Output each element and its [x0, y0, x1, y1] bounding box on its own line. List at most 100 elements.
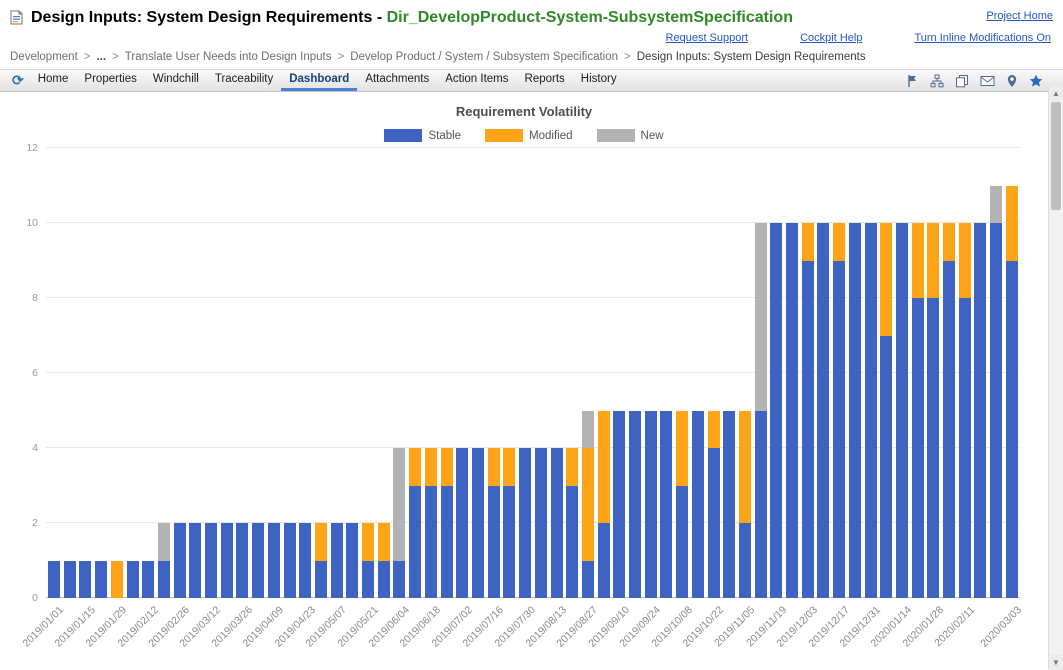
bar-column[interactable] [346, 148, 359, 598]
tab-history[interactable]: History [573, 70, 625, 91]
breadcrumb-item[interactable]: Develop Product / System / Subsystem Spe… [350, 51, 618, 63]
bar-column[interactable]: 2019/01/15 [52, 148, 98, 650]
bar-column[interactable] [597, 148, 610, 598]
bar-column[interactable] [723, 148, 736, 598]
bar-column[interactable]: 2019/08/27 [555, 148, 600, 650]
bar-column[interactable] [566, 148, 579, 598]
tab-action-items[interactable]: Action Items [437, 70, 516, 91]
bar-column[interactable]: 2019/05/07 [303, 148, 349, 650]
bar-column[interactable] [817, 148, 830, 598]
bar-column[interactable] [471, 148, 484, 598]
tab-reports[interactable]: Reports [517, 70, 573, 91]
flag-icon[interactable] [906, 74, 919, 88]
bar-column[interactable]: 2019/01/29 [84, 148, 129, 650]
bar-column[interactable]: 2019/12/31 [837, 148, 883, 650]
bar-column[interactable] [503, 148, 516, 598]
bar-column[interactable] [377, 148, 390, 598]
bar-column[interactable]: 2019/03/26 [209, 148, 255, 650]
tab-properties[interactable]: Properties [76, 70, 144, 91]
breadcrumb: Development >... > Translate User Needs int… [0, 46, 1063, 69]
tab-dashboard[interactable]: Dashboard [281, 70, 358, 91]
bar-column[interactable] [990, 148, 1003, 598]
bar-column[interactable] [95, 148, 108, 598]
email-icon[interactable] [980, 75, 995, 87]
tab-attachments[interactable]: Attachments [357, 70, 437, 91]
project-home-link[interactable]: Project Home [986, 8, 1053, 22]
bar-segment-stable [786, 223, 799, 598]
bar-column[interactable]: 2019/11/19 [744, 148, 789, 649]
bar-column[interactable]: 2019/04/09 [241, 148, 286, 650]
copy-icon[interactable] [955, 74, 969, 88]
bar-column[interactable]: 2019/10/22 [680, 148, 726, 650]
bar-column[interactable]: 2019/01/01 [21, 148, 66, 650]
bar-column[interactable]: 2019/06/04 [366, 148, 412, 650]
bar-column[interactable]: 2019/04/23 [272, 148, 318, 650]
bar-column[interactable]: 2019/07/02 [429, 148, 475, 650]
bar-column[interactable]: 2019/11/05 [712, 148, 757, 649]
scrollbar-thumb[interactable] [1051, 102, 1061, 210]
bar-column[interactable] [880, 148, 893, 598]
bar-column[interactable] [943, 148, 956, 598]
bar-column[interactable] [974, 148, 987, 598]
bar-column[interactable]: 2019/07/16 [461, 148, 506, 650]
bar-column[interactable] [189, 148, 202, 598]
bar-column[interactable] [157, 148, 170, 598]
bar-column[interactable]: 2019/06/18 [398, 148, 443, 650]
vertical-scrollbar[interactable]: ▲ ▼ [1048, 86, 1063, 670]
bar-column[interactable] [754, 148, 767, 598]
sitemap-icon[interactable] [930, 74, 944, 88]
tab-windchill[interactable]: Windchill [145, 70, 207, 91]
inline-modifications-toggle-link[interactable]: Turn Inline Modifications On [914, 32, 1051, 44]
bar-column[interactable] [126, 148, 139, 598]
location-pin-icon[interactable] [1006, 74, 1018, 88]
bar-column[interactable]: 2019/07/30 [492, 148, 538, 650]
tab-traceability[interactable]: Traceability [207, 70, 281, 91]
bar-column[interactable]: 2020/02/11 [932, 148, 977, 649]
bar-column[interactable]: 2019/05/21 [335, 148, 381, 650]
bar-column[interactable]: 2020/01/14 [869, 148, 914, 650]
bar-segment-stable [597, 523, 610, 598]
bar-column[interactable]: 2020/01/28 [900, 148, 946, 650]
bar-stack [157, 523, 170, 598]
bar-column[interactable] [629, 148, 642, 598]
bar-column[interactable] [409, 148, 422, 598]
bar-segment-stable [519, 448, 532, 598]
bar-column[interactable] [691, 148, 704, 598]
bar-column[interactable] [314, 148, 327, 598]
request-support-link[interactable]: Request Support [666, 32, 749, 44]
bar-column[interactable]: 2019/03/12 [178, 148, 224, 650]
favorite-star-icon[interactable] [1029, 74, 1043, 88]
bar-column[interactable] [220, 148, 233, 598]
cockpit-help-link[interactable]: Cockpit Help [800, 32, 862, 44]
bar-column[interactable]: 2019/09/24 [618, 148, 663, 650]
bar-column[interactable] [660, 148, 673, 598]
scroll-up-button[interactable]: ▲ [1049, 86, 1063, 101]
bar-column[interactable] [534, 148, 547, 598]
bar-column[interactable] [440, 148, 453, 598]
breadcrumb-item[interactable]: Translate User Needs into Design Inputs [125, 51, 332, 63]
bar-column[interactable] [786, 148, 799, 598]
bar-stack [330, 523, 343, 598]
bar-segment-stable [801, 260, 814, 598]
bar-column[interactable] [63, 148, 76, 598]
bar-column[interactable]: 2020/03/03 [979, 148, 1024, 650]
breadcrumb-item[interactable]: Development [10, 51, 78, 63]
breadcrumb-ellipsis[interactable]: ... [96, 51, 106, 63]
bar-column[interactable]: 2019/02/12 [115, 148, 161, 650]
bar-column[interactable] [283, 148, 296, 598]
bar-column[interactable]: 2019/02/26 [146, 148, 192, 650]
refresh-icon[interactable]: ⟳ [6, 70, 30, 91]
bar-column[interactable]: 2019/12/03 [775, 148, 820, 650]
bar-column[interactable] [911, 148, 924, 598]
bar-column[interactable] [252, 148, 265, 598]
bar-segment-stable [48, 560, 60, 598]
bar-column[interactable] [848, 148, 861, 598]
bar-stack [770, 223, 783, 598]
tab-home[interactable]: Home [30, 70, 77, 91]
bar-column[interactable]: 2019/12/17 [806, 148, 852, 650]
bar-segment-stable [974, 223, 987, 598]
bar-column[interactable]: 2019/10/08 [649, 148, 695, 650]
bar-column[interactable]: 2019/08/13 [523, 148, 569, 650]
scroll-down-button[interactable]: ▼ [1049, 655, 1063, 670]
bar-column[interactable]: 2019/09/10 [586, 148, 632, 650]
